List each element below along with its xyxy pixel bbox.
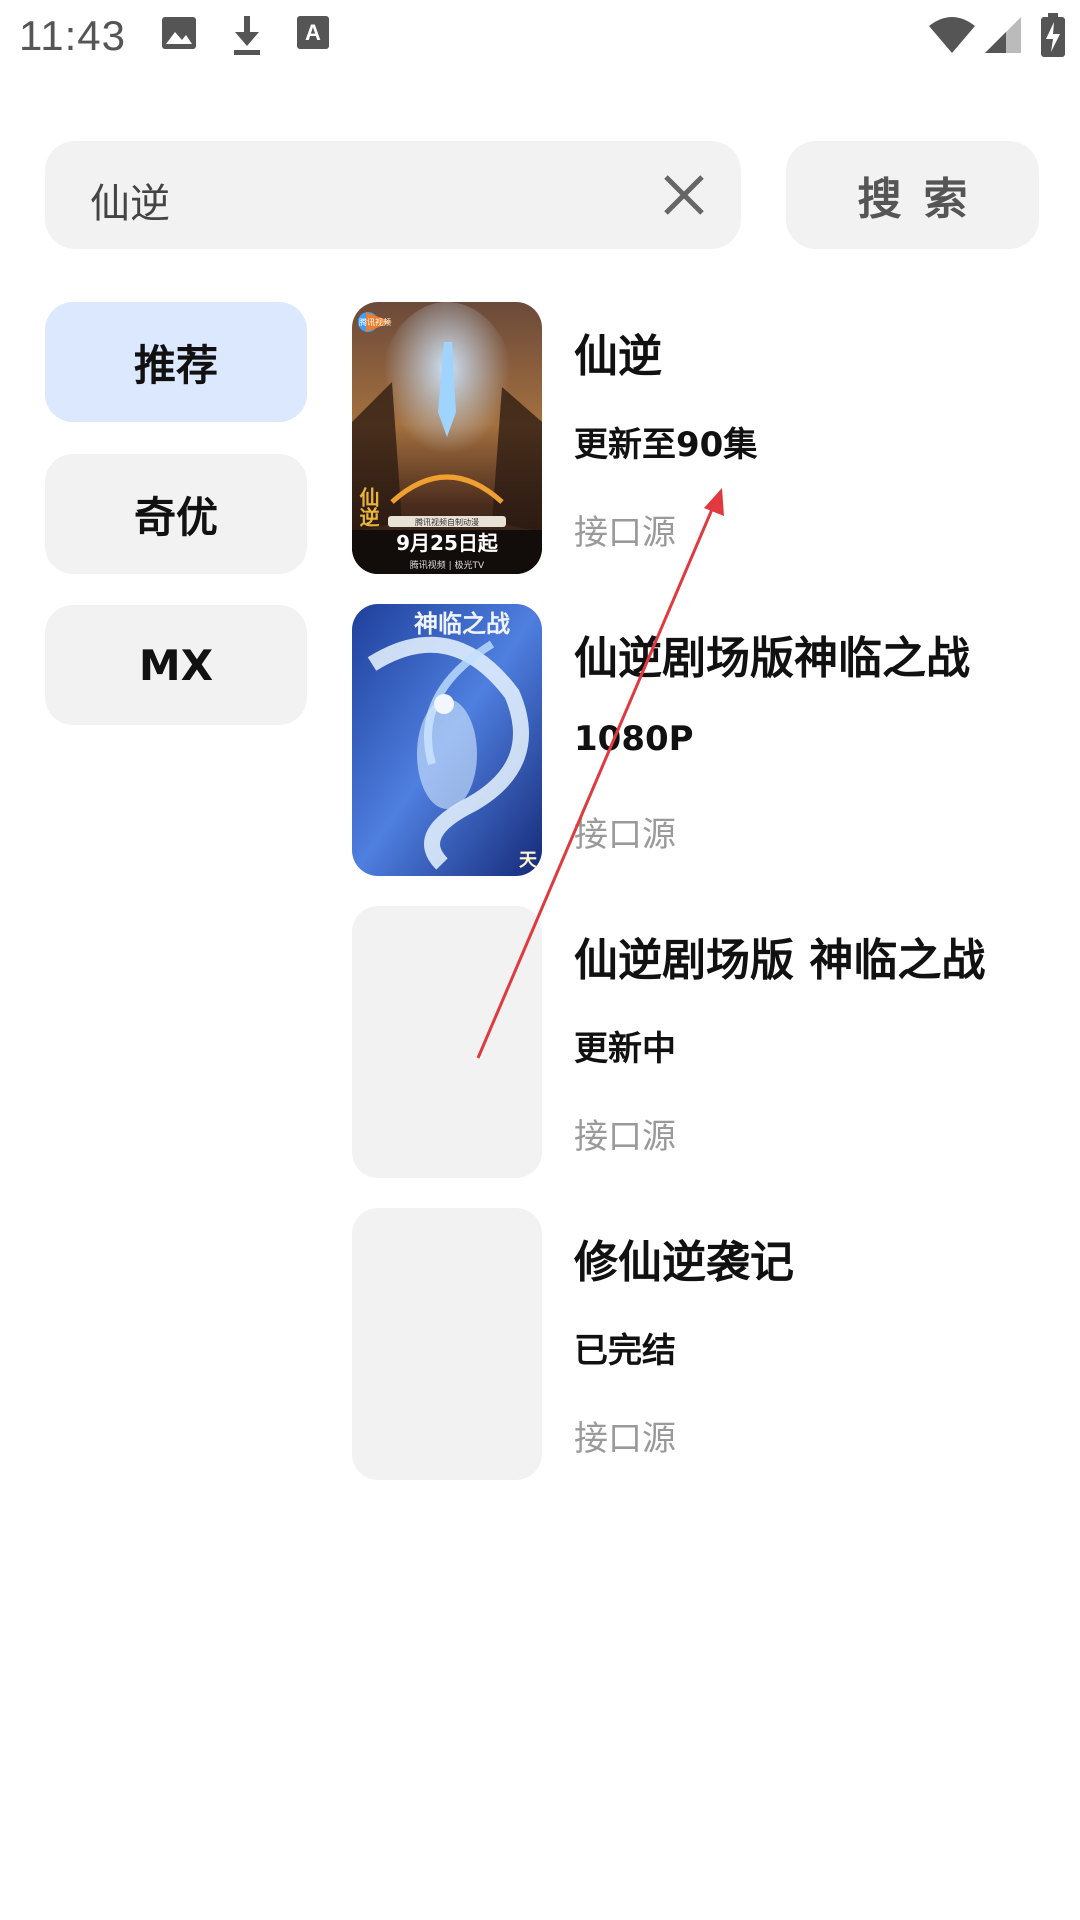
result-source: 接口源	[574, 1419, 676, 1459]
search-input[interactable]: 仙逆	[45, 141, 741, 249]
poster-title: 神临之战	[414, 610, 510, 638]
poster-placeholder[interactable]	[352, 906, 542, 1178]
poster-badge: 腾讯视频	[359, 317, 391, 327]
search-query-text[interactable]: 仙逆	[90, 171, 170, 229]
poster-date: 9月25日起	[396, 531, 499, 555]
result-status: 更新至90集	[574, 425, 758, 465]
svg-text:A: A	[305, 20, 321, 45]
result-title[interactable]: 仙逆剧场版 神临之战	[574, 924, 985, 988]
battery-charging-icon	[1041, 13, 1065, 57]
close-icon[interactable]	[655, 166, 713, 224]
result-title[interactable]: 仙逆剧场版神临之战	[574, 622, 970, 686]
result-source: 接口源	[574, 815, 676, 855]
poster-line1: 腾讯视频自制动漫	[415, 517, 479, 527]
result-status: 更新中	[574, 1029, 676, 1069]
status-time: 11:43	[19, 12, 126, 59]
search-button[interactable]: 搜索	[786, 141, 1039, 249]
poster-image[interactable]: 神临之战 天	[352, 604, 542, 876]
poster-side-title: 仙逆	[356, 486, 380, 528]
sidebar-item-recommend[interactable]: 推荐	[45, 302, 307, 422]
result-item[interactable]: 仙逆剧场版 神临之战 更新中 接口源	[352, 906, 1042, 1178]
wifi-icon	[929, 17, 975, 53]
result-item[interactable]: 修仙逆袭记 已完结 接口源	[352, 1208, 1042, 1480]
result-item[interactable]: 腾讯视频自制动漫 9月25日起 腾讯视频 | 极光TV 仙逆 腾讯视频 仙逆 更…	[352, 302, 1042, 574]
result-status: 1080P	[574, 719, 694, 759]
signal-icon	[985, 17, 1021, 53]
result-title[interactable]: 仙逆	[574, 320, 662, 384]
download-icon	[234, 16, 260, 55]
text-a-icon: A	[297, 16, 329, 49]
poster-footer: 腾讯视频 | 极光TV	[410, 559, 485, 571]
result-source: 接口源	[574, 1117, 676, 1157]
image-icon	[162, 17, 196, 49]
sidebar-item-qiyou[interactable]: 奇优	[45, 454, 307, 574]
result-item[interactable]: 神临之战 天 仙逆剧场版神临之战 1080P 接口源	[352, 604, 1042, 876]
poster-corner: 天	[519, 850, 538, 871]
sidebar-item-mx[interactable]: MX	[45, 605, 307, 725]
poster-placeholder[interactable]	[352, 1208, 542, 1480]
result-status: 已完结	[574, 1331, 676, 1371]
status-bar: 11:43 A	[0, 0, 1080, 75]
result-title[interactable]: 修仙逆袭记	[574, 1226, 794, 1290]
result-source: 接口源	[574, 513, 676, 553]
poster-image[interactable]: 腾讯视频自制动漫 9月25日起 腾讯视频 | 极光TV 仙逆 腾讯视频	[352, 302, 542, 574]
